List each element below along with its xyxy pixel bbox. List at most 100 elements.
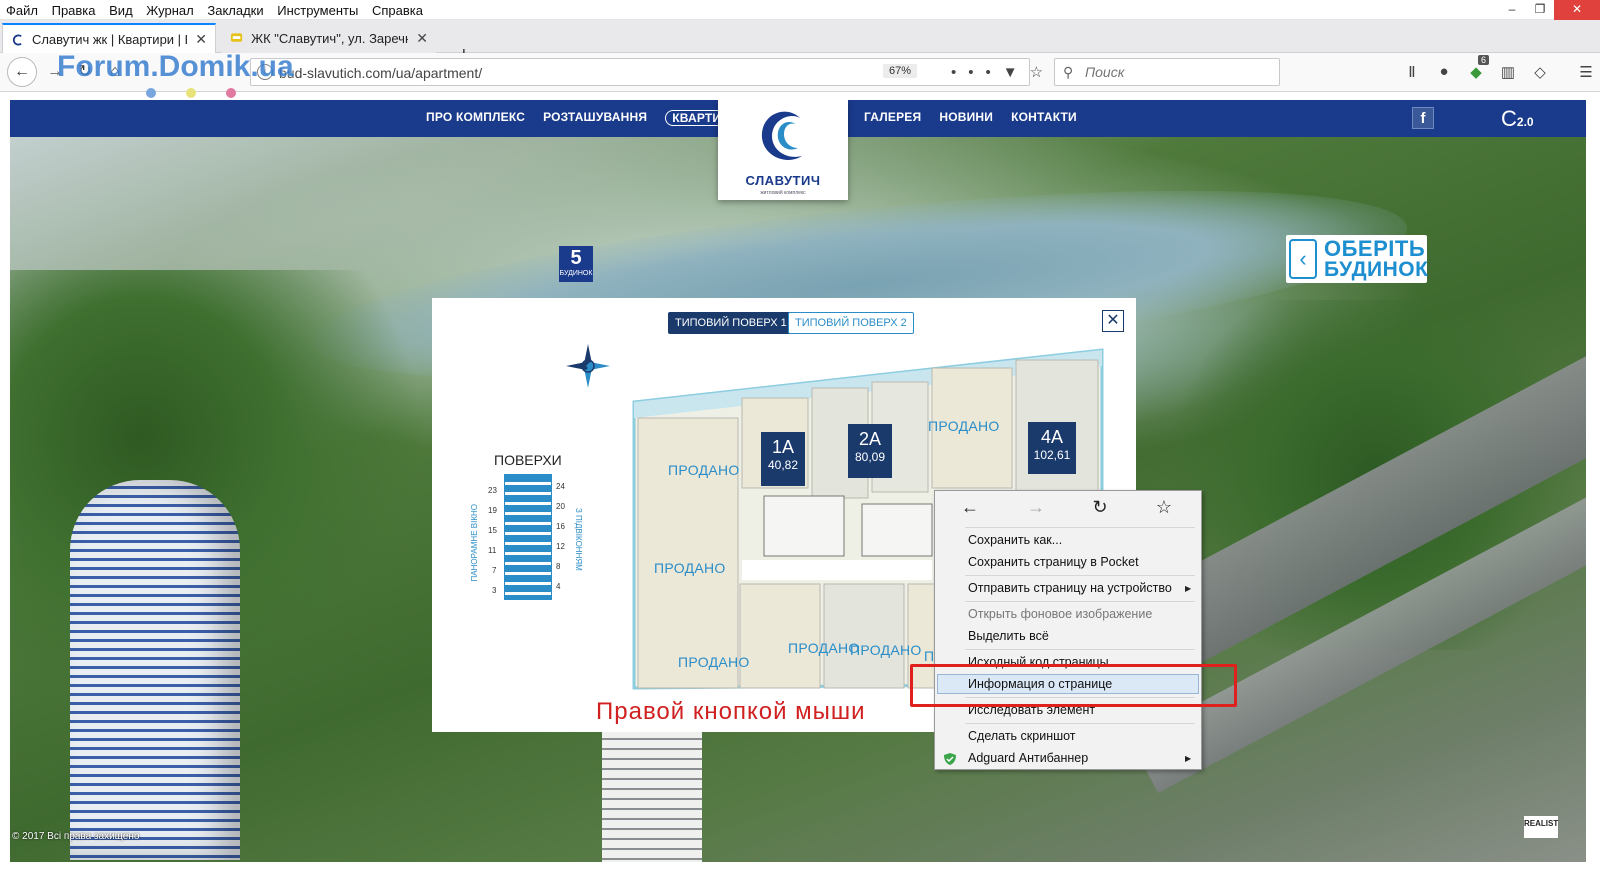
- tab-title: Славутич жк | Квартири | Квар: [31, 32, 187, 47]
- dot-icon: [186, 88, 196, 98]
- building-bottom[interactable]: [602, 730, 702, 862]
- globe-icon[interactable]: ●: [1434, 63, 1454, 81]
- adguard-icon[interactable]: ◆: [1466, 63, 1486, 81]
- nav-gallery[interactable]: ГАЛЕРЕЯ: [864, 110, 921, 124]
- close-icon[interactable]: ✕: [1102, 310, 1124, 332]
- adguard-shield-icon: [944, 753, 956, 765]
- menu-separator: [965, 575, 1195, 576]
- ctx-send-to-device[interactable]: Отправить страницу на устройство: [968, 581, 1172, 595]
- floor-label: 16: [556, 522, 565, 531]
- floor-label: 15: [488, 526, 497, 535]
- tab-title: ЖК "Славутич", ул. Заречная,: [251, 30, 408, 46]
- url-text[interactable]: bud-slavutich.com/ua/apartment/: [279, 65, 482, 81]
- bookmark-star-icon[interactable]: ☆: [1149, 497, 1179, 518]
- compass-icon: [566, 344, 610, 388]
- nav-news[interactable]: НОВИНИ: [939, 110, 993, 124]
- shield-icon[interactable]: ◇: [1530, 63, 1550, 81]
- logo-wave-icon: [761, 111, 802, 160]
- ctx-save-as[interactable]: Сохранить как...: [968, 533, 1062, 547]
- ctx-adguard[interactable]: Adguard Антибаннер: [968, 751, 1088, 765]
- apartment-number: 1А: [771, 437, 795, 457]
- apartment-2a[interactable]: 2А 80,09: [848, 424, 892, 478]
- back-icon[interactable]: ←: [7, 57, 37, 87]
- search-bar[interactable]: ⚲: [1054, 58, 1280, 86]
- address-bar[interactable]: i bud-slavutich.com/ua/apartment/ 67% ••…: [250, 58, 1043, 86]
- menu-edit[interactable]: Правка: [47, 0, 101, 18]
- forum-favicon-icon: [230, 33, 243, 42]
- sold-label: ПРОДАНО: [928, 418, 1000, 434]
- back-icon[interactable]: ←: [955, 497, 985, 518]
- view-label-left: ПАНОРАМНЕ ВІКНО: [470, 504, 479, 582]
- choose-building-button[interactable]: ‹ ОБЕРІТЬ БУДИНОК: [1286, 235, 1428, 283]
- apartment-area: 102,61: [1033, 448, 1071, 462]
- instruction-caption: Правой кнопкой мыши: [596, 698, 866, 725]
- forum-watermark: Forum.Domik.ua: [57, 50, 294, 83]
- bookmark-star-icon[interactable]: ☆: [1030, 64, 1055, 81]
- chevron-left-icon: ‹: [1289, 239, 1317, 279]
- restore-icon[interactable]: ❐: [1526, 0, 1554, 20]
- logo-name: СЛАВУТИЧ: [745, 173, 821, 188]
- library-icon[interactable]: Ⅱ: [1402, 63, 1422, 81]
- site-logo[interactable]: СЛАВУТИЧ житловий комплекс: [718, 100, 848, 200]
- menu-separator: [965, 649, 1195, 650]
- tab-typical-floor-1[interactable]: ТИПОВИЙ ПОВЕРХ 1: [668, 312, 794, 334]
- realist-logo: REALIST: [1524, 816, 1558, 838]
- floor-label: 8: [556, 562, 561, 571]
- tab-typical-floor-2[interactable]: ТИПОВИЙ ПОВЕРХ 2: [788, 312, 914, 334]
- apartment-area: 80,09: [854, 450, 886, 464]
- menu-history[interactable]: Журнал: [141, 0, 198, 18]
- floor-label: 20: [556, 502, 565, 511]
- ctx-take-screenshot[interactable]: Сделать скриншот: [968, 729, 1076, 743]
- floors-selector[interactable]: 23 19 15 11 7 3 24 20 16 12 8 4 ПАНОРАМН…: [470, 474, 600, 614]
- hamburger-menu-icon[interactable]: ☰: [1576, 63, 1596, 81]
- menu-view[interactable]: Вид: [104, 0, 138, 18]
- site-favicon-icon: [12, 33, 22, 46]
- building-number: 5: [570, 247, 582, 269]
- c-logo-icon: C: [1501, 106, 1517, 131]
- menu-help[interactable]: Справка: [367, 0, 428, 18]
- floor-label: 24: [556, 482, 565, 491]
- menu-tools[interactable]: Инструменты: [272, 0, 363, 18]
- ctx-select-all[interactable]: Выделить всё: [968, 629, 1049, 643]
- toolbar-icons: Ⅱ ● ◆ ▥ ◇ ☰: [1402, 63, 1596, 81]
- copyright: © 2017 Всі права захищено: [12, 831, 140, 842]
- context-menu: ← → ↻ ☆ Сохранить как... Сохранить стран…: [934, 490, 1202, 770]
- sold-label: ПРОДАНО: [668, 462, 740, 478]
- zoom-level[interactable]: 67%: [883, 64, 918, 78]
- minimize-icon[interactable]: –: [1498, 0, 1526, 20]
- building-marker[interactable]: 5 БУДИНОК: [559, 246, 593, 282]
- ctx-save-pocket[interactable]: Сохранить страницу в Pocket: [968, 555, 1139, 569]
- floors-title: ПОВЕРХИ: [494, 452, 562, 468]
- menu-bookmarks[interactable]: Закладки: [202, 0, 268, 18]
- sold-label: ПРОДАНО: [850, 642, 922, 658]
- tab-close-icon[interactable]: ✕: [195, 31, 207, 48]
- apartment-1a[interactable]: 1А 40,82: [761, 432, 805, 486]
- menu-separator: [965, 601, 1195, 602]
- facebook-icon[interactable]: f: [1412, 107, 1434, 129]
- residential-tower[interactable]: [70, 480, 240, 860]
- menu-file[interactable]: Файл: [1, 0, 43, 18]
- page-actions: •••▼☆: [951, 63, 1055, 81]
- floors-building-diagram[interactable]: [504, 474, 552, 600]
- pocket-icon[interactable]: ▼: [1003, 64, 1030, 81]
- version-badge[interactable]: C2.0: [1501, 106, 1534, 132]
- sidebar-icon[interactable]: ▥: [1498, 63, 1518, 81]
- floor-label: 12: [556, 542, 565, 551]
- nav-location[interactable]: РОЗТАШУВАННЯ: [543, 110, 647, 126]
- floor-label: 19: [488, 506, 497, 515]
- tab-close-icon[interactable]: ✕: [416, 30, 428, 47]
- view-label-right: З ПІДВІКОННЯМ: [574, 508, 583, 571]
- apartment-4a[interactable]: 4А 102,61: [1028, 422, 1076, 474]
- forward-icon[interactable]: →: [1021, 497, 1051, 518]
- floor-label: 7: [492, 566, 497, 575]
- building-label: БУДИНОК: [559, 270, 593, 277]
- more-actions-icon[interactable]: •••: [951, 64, 1003, 81]
- nav-about[interactable]: ПРО КОМПЛЕКС: [426, 110, 525, 126]
- close-window-icon[interactable]: ✕: [1554, 0, 1600, 20]
- search-input[interactable]: [1085, 64, 1265, 80]
- reload-icon[interactable]: ↻: [1085, 497, 1115, 518]
- submenu-arrow-icon: ▶: [1185, 584, 1192, 593]
- menu-bar: Файл Правка Вид Журнал Закладки Инструме…: [0, 0, 1600, 20]
- nav-contacts[interactable]: КОНТАКТИ: [1011, 110, 1077, 124]
- tab-zhk-slavutich[interactable]: ЖК "Славутич", ул. Заречная, ✕: [222, 23, 436, 53]
